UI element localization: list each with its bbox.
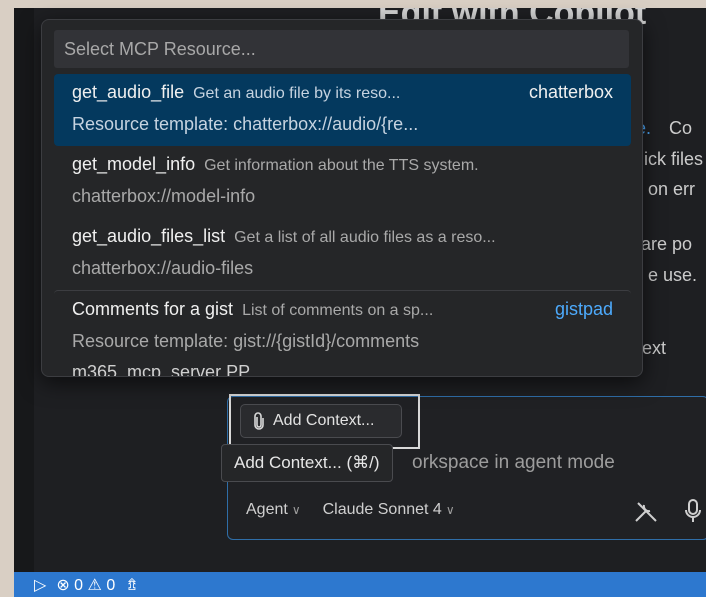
item-detail: Resource template: gist://{gistId}/comme…: [72, 331, 420, 351]
model-label: Claude Sonnet 4: [322, 501, 442, 518]
error-icon: ⊗: [56, 576, 70, 594]
editor-text-fragment: e use.: [648, 265, 698, 285]
list-item[interactable]: Comments for a gist List of comments on …: [54, 290, 631, 362]
editor-text-fragment: on err: [648, 179, 696, 199]
tools-icon[interactable]: [633, 500, 659, 524]
warning-count: 0: [106, 576, 116, 594]
list-item[interactable]: get_audio_file Get an audio file by its …: [54, 74, 631, 146]
editor-text-fragment: ick files: [644, 149, 704, 169]
editor-text-fragment: Co: [669, 118, 693, 138]
warning-icon: ⚠: [87, 576, 102, 594]
list-item-partial[interactable]: m365_mcp_server PP: [54, 362, 631, 376]
item-description: Get a list of all audio files as a reso.…: [234, 229, 496, 246]
microphone-icon[interactable]: [683, 498, 703, 524]
editor-text-fragment: are po: [641, 234, 693, 254]
resource-search-input[interactable]: Select MCP Resource...: [54, 30, 629, 68]
item-name: get_audio_files_list: [72, 226, 226, 246]
problems-indicator[interactable]: ⊗ 0 ⚠ 0: [56, 575, 115, 595]
item-detail: chatterbox://model-info: [72, 186, 256, 206]
item-source: chatterbox: [528, 82, 613, 102]
chat-toolbar: Agent ∨ Claude Sonnet 4 ∨: [246, 501, 455, 519]
item-description: Get an audio file by its reso...: [193, 85, 401, 102]
add-context-label: Add Context...: [273, 412, 375, 429]
chevron-down-icon: ∨: [445, 503, 455, 517]
resource-list: get_audio_file Get an audio file by its …: [54, 74, 631, 376]
activity-bar: [14, 8, 34, 597]
item-name: get_model_info: [72, 154, 196, 174]
chat-input-placeholder[interactable]: orkspace in agent mode: [412, 452, 615, 474]
status-bar: ▷ ⊗ 0 ⚠ 0 ⇯: [14, 572, 706, 597]
mode-picker[interactable]: Agent ∨: [246, 501, 301, 519]
list-item[interactable]: get_model_info Get information about the…: [54, 146, 631, 218]
error-count: 0: [74, 576, 84, 594]
item-name: get_audio_file: [72, 82, 185, 102]
item-description: List of comments on a sp...: [242, 302, 434, 319]
mcp-resource-picker: Select MCP Resource... get_audio_file Ge…: [41, 19, 643, 377]
item-description: Get information about the TTS system.: [204, 157, 479, 174]
remote-indicator-icon[interactable]: ▷: [34, 575, 46, 595]
list-item[interactable]: get_audio_files_list Get a list of all a…: [54, 218, 631, 290]
model-picker[interactable]: Claude Sonnet 4 ∨: [323, 501, 455, 519]
add-context-tooltip: Add Context... (⌘/): [221, 444, 393, 482]
editor-text-fragment: ext: [642, 338, 667, 358]
item-source: gistpad: [554, 299, 613, 319]
paperclip-icon: [254, 412, 264, 430]
add-context-button[interactable]: Add Context...: [240, 404, 402, 438]
ports-icon[interactable]: ⇯: [125, 575, 138, 595]
item-detail: Resource template: chatterbox://audio/{r…: [72, 114, 419, 134]
chevron-down-icon: ∨: [291, 503, 301, 517]
item-detail: chatterbox://audio-files: [72, 258, 254, 278]
item-name: Comments for a gist: [72, 299, 234, 319]
mode-label: Agent: [246, 501, 288, 518]
